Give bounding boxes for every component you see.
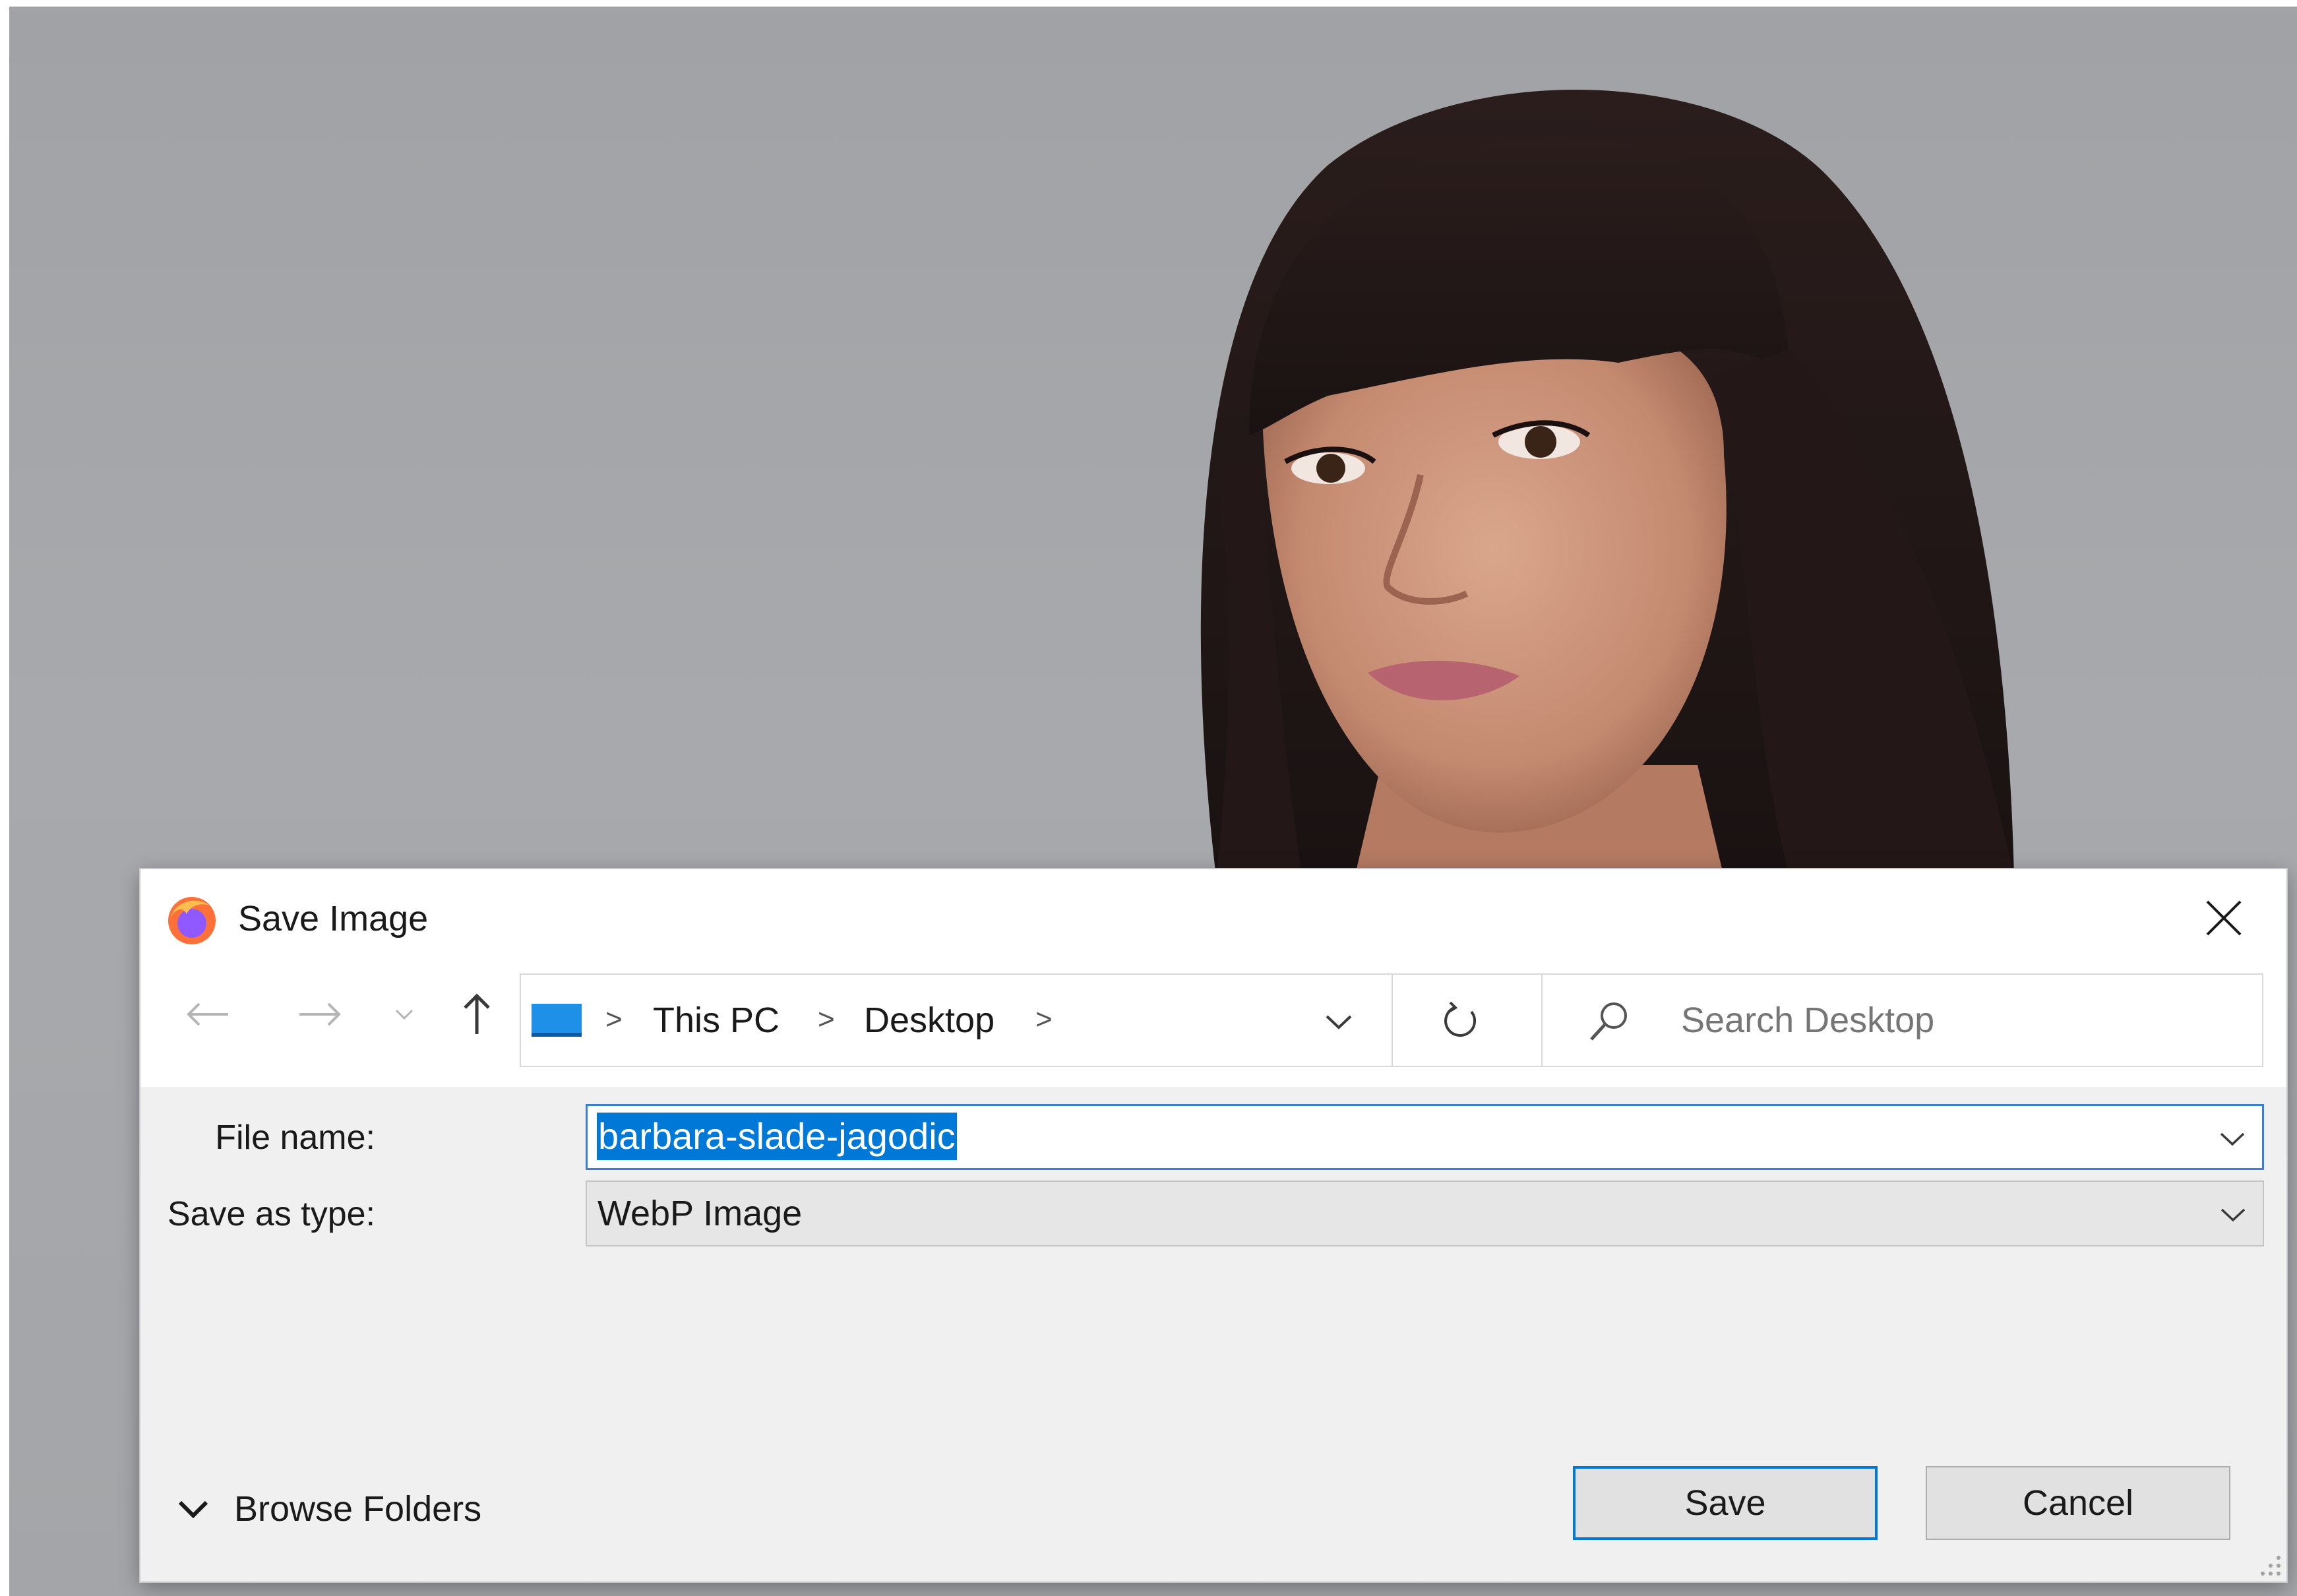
chevron-down-icon (1326, 1015, 1352, 1029)
firefox-icon (168, 897, 216, 944)
breadcrumb-separator: > (1035, 1003, 1053, 1035)
breadcrumb-desktop[interactable]: Desktop (864, 997, 995, 1043)
resize-grip-icon[interactable] (2256, 1551, 2282, 1578)
arrow-up-icon (464, 993, 490, 1034)
address-bar[interactable]: > This PC > Desktop > (520, 973, 1647, 1067)
save-as-type-select[interactable]: WebP Image (586, 1181, 2264, 1246)
search-input[interactable]: Search Desktop (1681, 997, 1934, 1043)
refresh-icon (1444, 1001, 1477, 1037)
refresh-button[interactable] (1431, 995, 1490, 1047)
chevron-down-icon[interactable] (2216, 1123, 2249, 1153)
forward-button[interactable] (293, 988, 346, 1041)
close-button[interactable] (2188, 885, 2260, 951)
arrow-left-icon (187, 1002, 228, 1026)
screen: Save Image > This PC > Desktop > Search … (0, 0, 2297, 1596)
chevron-down-icon (178, 1500, 208, 1519)
breadcrumb-separator: > (818, 1003, 835, 1035)
up-button[interactable] (450, 988, 503, 1041)
browse-folders-toggle[interactable]: Browse Folders (173, 1483, 481, 1535)
save-image-dialog: Save Image > This PC > Desktop > Search … (140, 869, 2286, 1581)
recent-locations-button[interactable] (384, 988, 424, 1041)
file-name-field[interactable]: barbara-slade-jagodic (586, 1104, 2264, 1170)
chevron-down-icon (395, 1009, 413, 1020)
arrow-right-icon (299, 1002, 341, 1026)
search-icon (1590, 1002, 1627, 1041)
file-name-value[interactable]: barbara-slade-jagodic (597, 1113, 957, 1160)
desktop-pc-icon (532, 1004, 582, 1037)
breadcrumb-separator: > (605, 1003, 623, 1035)
save-as-type-value: WebP Image (597, 1194, 803, 1233)
browse-folders-label: Browse Folders (234, 1489, 482, 1529)
save-button[interactable]: Save (1573, 1466, 1878, 1540)
file-name-label: File name: (215, 1119, 375, 1157)
address-history-dropdown[interactable] (1312, 998, 1365, 1045)
cancel-button[interactable]: Cancel (1926, 1466, 2230, 1540)
save-as-type-label: Save as type: (167, 1195, 375, 1233)
breadcrumb-this-pc[interactable]: This PC (653, 997, 780, 1043)
dialog-title: Save Image (238, 899, 429, 938)
back-button[interactable] (181, 988, 234, 1041)
search-box[interactable]: Search Desktop (1541, 973, 2263, 1067)
close-icon (2206, 900, 2242, 936)
address-divider (1392, 975, 1393, 1066)
chevron-down-icon (2220, 1208, 2246, 1222)
